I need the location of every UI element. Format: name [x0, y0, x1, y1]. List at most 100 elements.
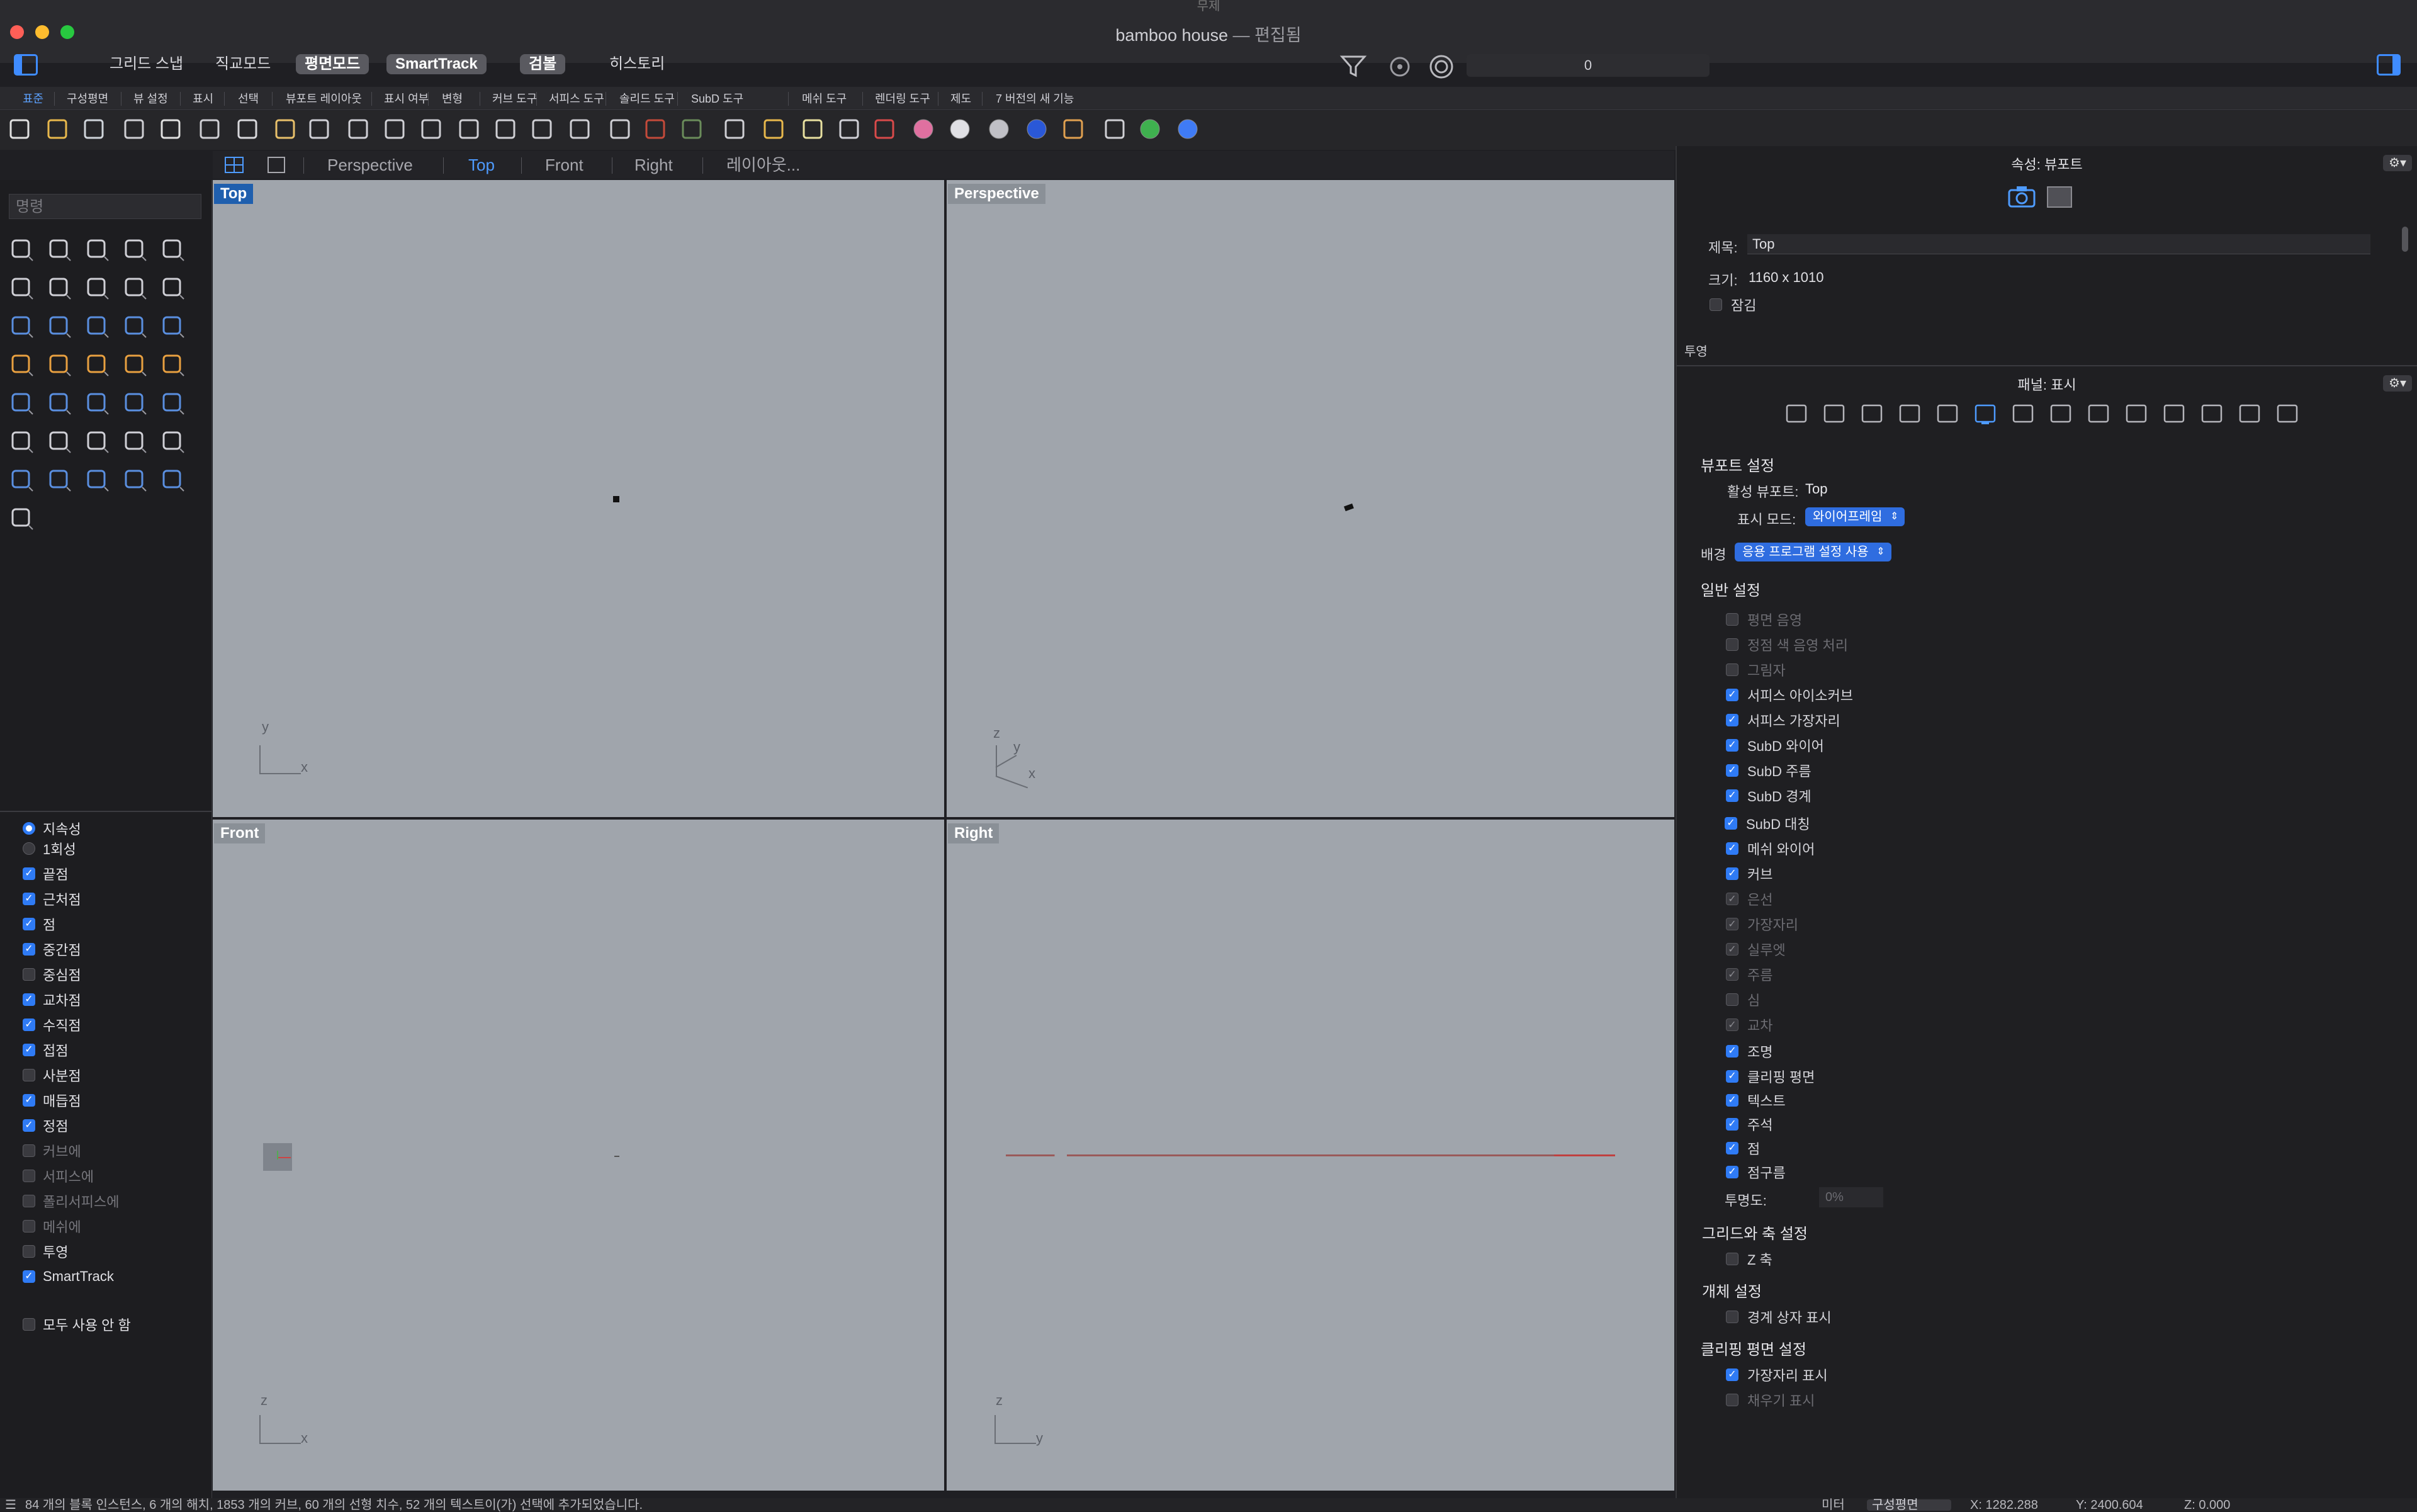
osnap-checkbox[interactable]: ✓: [23, 867, 35, 880]
toolbar-zoom-extents-icon[interactable]: [456, 116, 482, 142]
osnap-checkbox[interactable]: ✓: [23, 893, 35, 905]
general-checkbox[interactable]: ✓: [1726, 764, 1738, 777]
viewport-label-right[interactable]: Right: [948, 823, 1000, 843]
general-item-16[interactable]: ✓ 교차: [1726, 1013, 1772, 1036]
osnap-checkbox[interactable]: [23, 1220, 35, 1233]
osnap-item-9[interactable]: ✓ 매듭점: [23, 1092, 81, 1109]
general-item-0[interactable]: 평면 음영: [1726, 608, 1802, 631]
general-checkbox[interactable]: ✓: [1726, 943, 1738, 956]
mode-planar[interactable]: 평면모드: [296, 54, 369, 74]
tool-paint-icon[interactable]: [8, 504, 35, 532]
osnap-checkbox[interactable]: ✓: [23, 993, 35, 1006]
status-cplane-select[interactable]: 구성평면: [1867, 1499, 1951, 1511]
osnap-checkbox[interactable]: [23, 1144, 35, 1157]
general-item-14[interactable]: ✓ 주름: [1726, 963, 1772, 986]
mode-grid-snap[interactable]: 그리드 스냅: [101, 54, 192, 74]
panel-tab-tools-icon[interactable]: [2047, 400, 2075, 428]
osnap-checkbox[interactable]: ✓: [23, 1018, 35, 1031]
display-gear-icon[interactable]: ⚙▾: [2383, 375, 2412, 392]
tool-move-icon[interactable]: [8, 427, 35, 455]
display-mode-select[interactable]: 와이어프레임 ⇕: [1805, 507, 1905, 526]
model-geometry-right[interactable]: [1006, 1154, 1615, 1156]
toolbar-new-file-icon[interactable]: [6, 116, 33, 142]
toolbar-help-icon[interactable]: [1175, 116, 1201, 142]
toolbar-blue-sphere-icon[interactable]: [1023, 116, 1050, 142]
tool-trim-icon[interactable]: [121, 351, 149, 378]
toolbar-import-icon[interactable]: [157, 116, 184, 142]
viewport-frame-icon[interactable]: [2047, 186, 2072, 208]
panel-tab-layers-icon[interactable]: [1783, 400, 1810, 428]
osnap-item-15[interactable]: 투영: [23, 1243, 68, 1260]
viewport-front[interactable]: [213, 820, 944, 1491]
toolbar-light-icon[interactable]: [799, 116, 826, 142]
tool-ellipse-icon[interactable]: [8, 274, 35, 302]
tool-plane-icon[interactable]: [8, 351, 35, 378]
panel-tab-notes-icon[interactable]: [1858, 400, 1886, 428]
general-item-13[interactable]: ✓ 실루엣: [1726, 938, 1786, 961]
panel-tab-brush-icon[interactable]: [2160, 400, 2188, 428]
status-list-icon[interactable]: ☰: [5, 1499, 16, 1511]
toolbar-points-on-icon[interactable]: [760, 116, 787, 142]
tab-3[interactable]: 표시: [189, 89, 217, 108]
z-axis-row[interactable]: Z 축: [1726, 1248, 1772, 1270]
tool-scale-icon[interactable]: [45, 427, 73, 455]
osnap-item-11[interactable]: 커브에: [23, 1142, 81, 1159]
panel-tab-page-icon[interactable]: [2085, 400, 2112, 428]
z-axis-checkbox[interactable]: [1726, 1253, 1738, 1265]
panel-tab-camera-icon[interactable]: [2122, 400, 2150, 428]
toolbar-car-shaded-icon[interactable]: [679, 116, 705, 142]
tool-box-icon[interactable]: [83, 312, 111, 340]
viewport-camera-icon[interactable]: [2007, 184, 2037, 209]
osnap-item-6[interactable]: ✓ 수직점: [23, 1016, 81, 1034]
general-item-4[interactable]: ✓ 서피스 가장자리: [1726, 709, 1840, 731]
general-item-8[interactable]: ✓ SubD 대칭: [1725, 812, 1810, 835]
tool-grid-array-icon[interactable]: [8, 466, 35, 494]
filter-icon[interactable]: [1339, 53, 1367, 78]
toolbar-layer-icon[interactable]: [871, 116, 898, 142]
toolbar-render-sphere-icon[interactable]: [986, 116, 1012, 142]
general-checkbox[interactable]: ✓: [1726, 689, 1738, 701]
toolbar-snap-icon[interactable]: [721, 116, 748, 142]
tool-point-icon[interactable]: [45, 235, 73, 263]
bbox-checkbox[interactable]: [1726, 1311, 1738, 1323]
fill-display-row[interactable]: 채우기 표시: [1726, 1389, 1815, 1411]
toolbar-copy-icon[interactable]: [234, 116, 261, 142]
tool-sphere-icon[interactable]: [121, 312, 149, 340]
general-checkbox[interactable]: ✓: [1726, 1094, 1738, 1107]
tool-mirror-icon[interactable]: [121, 427, 149, 455]
tool-rotate-icon[interactable]: [83, 427, 111, 455]
general-checkbox[interactable]: ✓: [1726, 739, 1738, 752]
panel-tab-properties-cube-icon[interactable]: [1896, 400, 1924, 428]
panel-tab-objects-icon[interactable]: [1820, 400, 1848, 428]
osnap-item-12[interactable]: 서피스에: [23, 1167, 94, 1185]
toolbar-rotate-camera-icon[interactable]: [566, 116, 593, 142]
general-item-1[interactable]: 정점 색 음영 처리: [1726, 633, 1848, 656]
toolbar-rotate-view-icon[interactable]: [381, 116, 408, 142]
lock-row[interactable]: 잠김: [1710, 293, 1756, 316]
tab-15[interactable]: 7 버전의 새 기능: [992, 89, 1078, 108]
general-item-15[interactable]: 심: [1726, 988, 1760, 1011]
osnap-checkbox[interactable]: [23, 1195, 35, 1207]
tab-5[interactable]: 뷰포트 레이아웃: [282, 89, 366, 108]
edge-display-row[interactable]: ✓ 가장자리 표시: [1726, 1363, 1828, 1386]
toolbar-undo-icon[interactable]: [306, 116, 332, 142]
osnap-checkbox[interactable]: [23, 1245, 35, 1258]
general-item-20[interactable]: ✓ 주석: [1726, 1113, 1772, 1136]
viewport-tab-right[interactable]: Right: [634, 154, 673, 176]
viewport-label-front[interactable]: Front: [214, 823, 266, 843]
tab-0[interactable]: 표준: [19, 89, 47, 108]
general-checkbox[interactable]: ✓: [1725, 817, 1737, 830]
osnap-checkbox[interactable]: ✓: [23, 918, 35, 930]
toolbar-cut-icon[interactable]: [196, 116, 223, 142]
general-item-5[interactable]: ✓ SubD 와이어: [1726, 734, 1824, 757]
tab-6[interactable]: 표시 여부: [380, 89, 432, 108]
general-item-2[interactable]: 그림자: [1726, 658, 1786, 681]
tool-extrude-icon[interactable]: [45, 312, 73, 340]
general-checkbox[interactable]: ✓: [1726, 1018, 1738, 1031]
left-sidebar-toggle-icon[interactable]: [14, 54, 38, 76]
osnap-mode-0[interactable]: 지속성: [23, 820, 81, 837]
general-item-21[interactable]: ✓ 점: [1726, 1137, 1760, 1159]
viewport-top[interactable]: [213, 180, 944, 817]
status-units[interactable]: 미터: [1822, 1499, 1845, 1511]
osnap-mode-1[interactable]: 1회성: [23, 840, 76, 857]
